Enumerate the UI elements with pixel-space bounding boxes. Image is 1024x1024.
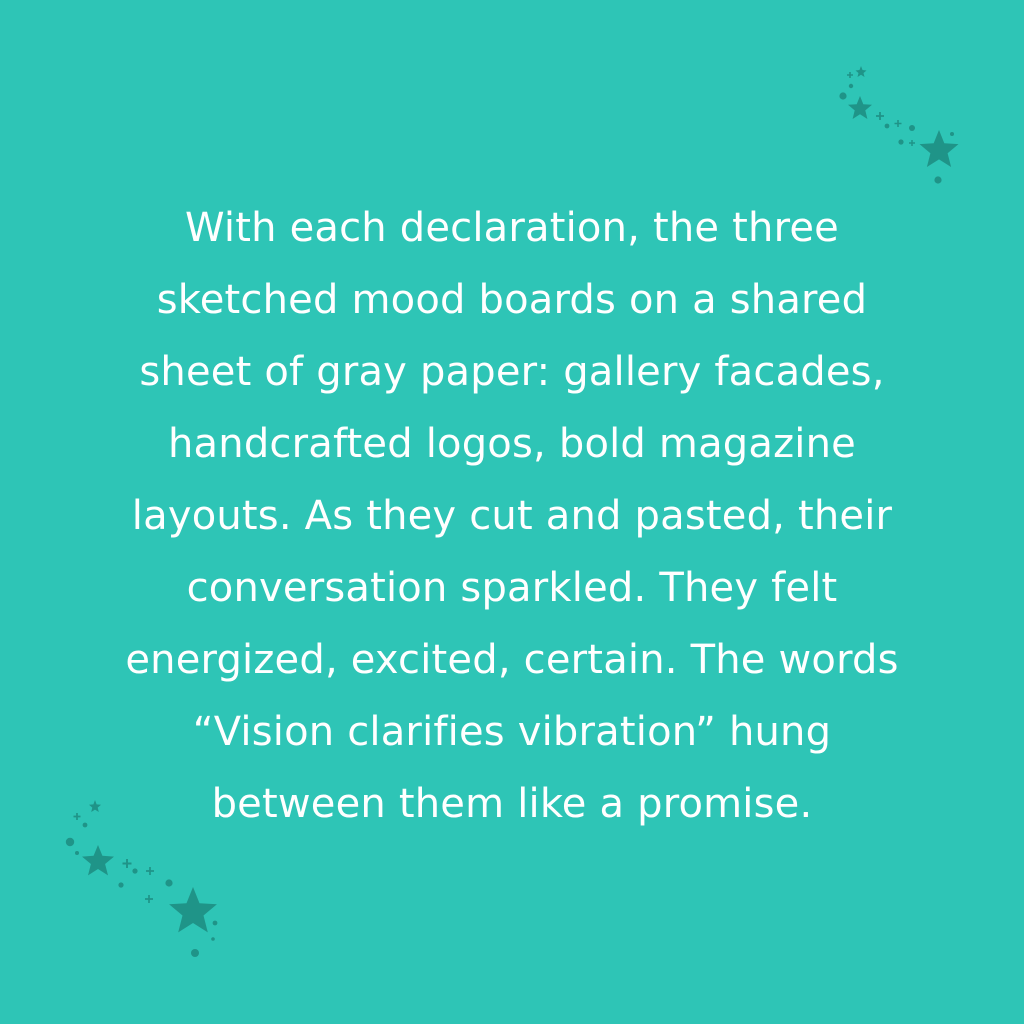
- text-line: With each declaration, the three: [185, 205, 839, 251]
- text-line: layouts. As they cut and pasted, their: [131, 493, 893, 539]
- text-line: sketched mood boards on a shared: [156, 277, 868, 323]
- star-sparkles-icon: [839, 66, 959, 184]
- text-line: conversation sparkled. They felt: [186, 565, 838, 611]
- star-sparkles-icon: [65, 800, 218, 957]
- text-line: “Vision clarifies vibration” hung: [192, 709, 832, 755]
- text-line: energized, excited, certain. The words: [125, 637, 899, 683]
- text-line: handcrafted logos, bold magazine: [168, 421, 856, 467]
- story-paragraph: With each declaration, the three sketche…: [0, 192, 1024, 840]
- text-line: sheet of gray paper: gallery facades,: [139, 349, 885, 395]
